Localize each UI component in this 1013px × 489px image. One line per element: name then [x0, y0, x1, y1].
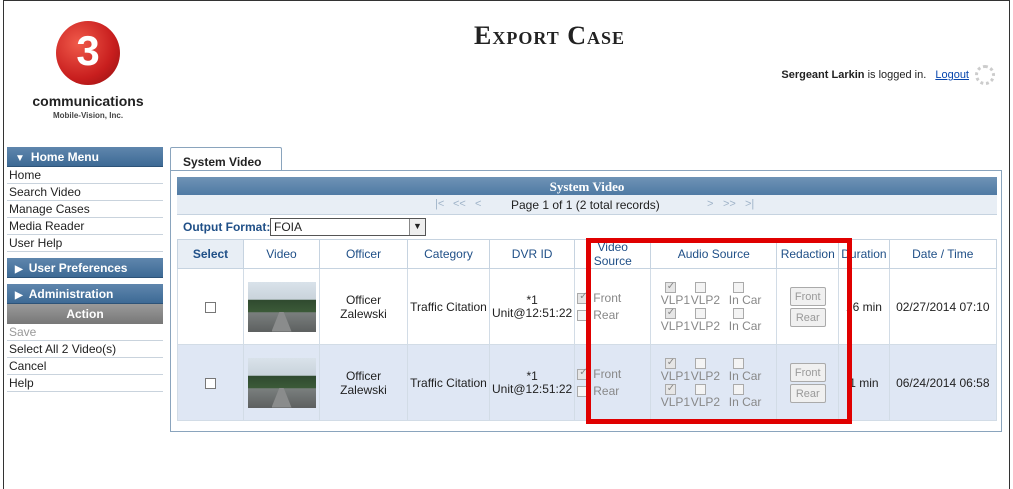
- page-title: Export Case: [474, 21, 626, 50]
- next-pages-icon[interactable]: >>: [723, 198, 736, 210]
- page-frame: 3 communications Mobile-Vision, Inc. Exp…: [3, 0, 1010, 489]
- action-select-all[interactable]: Select All 2 Video(s): [7, 341, 163, 358]
- logout-link[interactable]: Logout: [935, 69, 969, 81]
- prev-pages-icon[interactable]: <<: [453, 198, 466, 210]
- category-cell: Traffic Citation: [407, 344, 490, 421]
- officer-cell: Officer Zalewski: [319, 268, 408, 345]
- logged-in-text: is logged in.: [867, 69, 927, 81]
- output-format-select[interactable]: FOIA ▼: [270, 218, 426, 236]
- logo-mark: 3: [56, 21, 120, 85]
- row-select-checkbox[interactable]: [205, 377, 216, 389]
- row-select-checkbox[interactable]: [205, 301, 216, 313]
- action-save: Save: [7, 324, 163, 341]
- sidebar-item-home[interactable]: Home: [7, 167, 163, 184]
- video-thumbnail[interactable]: [247, 281, 316, 332]
- highlight-box: [586, 238, 852, 424]
- output-format-label: Output Format:: [183, 220, 271, 234]
- prev-page-icon[interactable]: <: [475, 198, 481, 210]
- user-preferences-header[interactable]: ▶ User Preferences: [7, 258, 163, 278]
- sidebar: ▼ Home Menu Home Search Video Manage Case…: [7, 147, 163, 392]
- first-page-icon[interactable]: |<: [435, 198, 444, 210]
- pager: |< << < Page 1 of 1 (2 total records) > …: [177, 195, 997, 215]
- officer-cell: Officer Zalewski: [319, 344, 408, 421]
- video-thumbnail[interactable]: [247, 357, 316, 408]
- col-video: Video: [243, 239, 320, 269]
- grid-title: System Video: [177, 177, 997, 195]
- dvr-id-cell: *1 Unit@12:51:22: [488, 268, 576, 345]
- logo-name: communications: [32, 93, 144, 109]
- login-status: Sergeant Larkin is logged in. Logout: [781, 69, 969, 81]
- chevron-down-icon[interactable]: ▼: [409, 219, 425, 235]
- col-select[interactable]: Select: [177, 239, 244, 269]
- category-cell: Traffic Citation: [407, 268, 490, 345]
- user-name: Sergeant Larkin: [781, 69, 865, 81]
- action-help[interactable]: Help: [7, 375, 163, 392]
- tab-system-video[interactable]: System Video: [170, 147, 282, 171]
- sidebar-item-search-video[interactable]: Search Video: [7, 184, 163, 201]
- home-menu-header[interactable]: ▼ Home Menu: [7, 147, 163, 167]
- col-date-time: Date / Time: [888, 239, 998, 269]
- triangle-right-icon: ▶: [15, 264, 23, 275]
- logo-subtitle: Mobile-Vision, Inc.: [52, 111, 124, 120]
- action-cancel[interactable]: Cancel: [7, 358, 163, 375]
- dvr-id-cell: *1 Unit@12:51:22: [488, 344, 576, 421]
- sidebar-item-media-reader[interactable]: Media Reader: [7, 218, 163, 235]
- col-category: Category: [407, 239, 490, 269]
- triangle-right-icon: ▶: [15, 290, 23, 301]
- administration-header[interactable]: ▶ Administration: [7, 284, 163, 304]
- next-page-icon[interactable]: >: [707, 198, 713, 210]
- loading-spinner-icon: [975, 65, 995, 85]
- datetime-cell: 02/27/2014 07:10: [888, 268, 998, 345]
- triangle-down-icon: ▼: [15, 153, 25, 164]
- last-page-icon[interactable]: >|: [745, 198, 754, 210]
- sidebar-item-manage-cases[interactable]: Manage Cases: [7, 201, 163, 218]
- datetime-cell: 06/24/2014 06:58: [888, 344, 998, 421]
- action-header: Action: [7, 304, 163, 324]
- page-info: Page 1 of 1 (2 total records): [511, 198, 660, 212]
- col-officer: Officer: [319, 239, 408, 269]
- sidebar-item-user-help[interactable]: User Help: [7, 235, 163, 252]
- output-format-row: Output Format: FOIA ▼: [177, 217, 997, 237]
- col-dvr-id: DVR ID: [488, 239, 576, 269]
